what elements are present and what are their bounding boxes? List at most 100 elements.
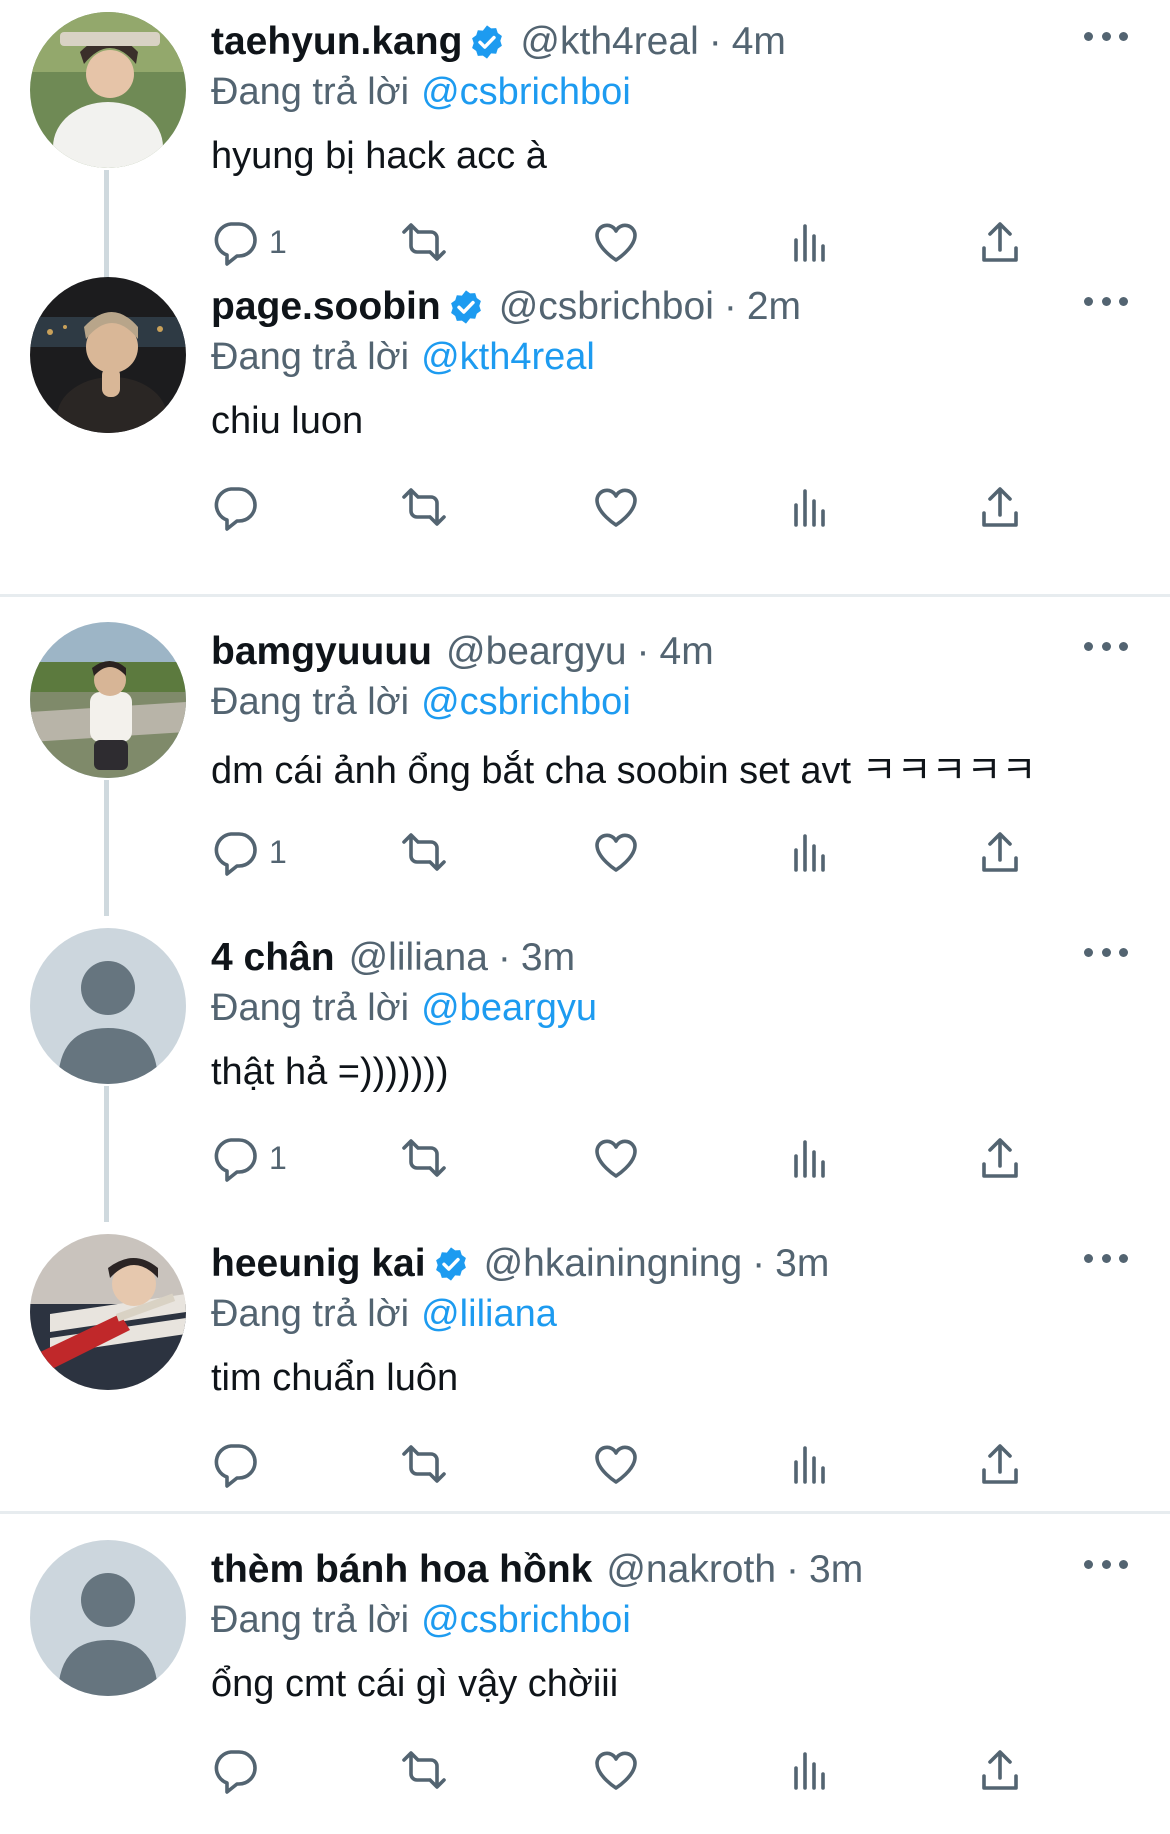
- tweet-header: bamgyuuuu @beargyu · 4m: [211, 624, 714, 680]
- tweet-header: taehyun.kang @kth4real · 4m: [211, 14, 786, 70]
- retweet-button[interactable]: [400, 477, 448, 537]
- more-options-icon[interactable]: [1084, 940, 1128, 964]
- tweet[interactable]: bamgyuuuu @beargyu · 4m Đang trả lời @cs…: [0, 610, 1170, 916]
- mention-link[interactable]: @csbrichboi: [421, 681, 631, 724]
- retweet-button[interactable]: [400, 1434, 448, 1494]
- share-button[interactable]: [976, 212, 1024, 272]
- separator-dot: ·: [497, 936, 511, 979]
- avatar[interactable]: [30, 277, 186, 433]
- reply-icon: [214, 1138, 257, 1182]
- replying-to-label: Đang trả lời: [211, 986, 410, 1029]
- share-button[interactable]: [976, 822, 1024, 882]
- display-name[interactable]: thèm bánh hoa hồnk: [211, 1548, 592, 1592]
- more-options-icon[interactable]: [1084, 634, 1128, 658]
- timestamp[interactable]: 3m: [521, 936, 575, 980]
- tweet-header: heeunig kai @hkainingning · 3m: [211, 1236, 829, 1292]
- timestamp[interactable]: 3m: [775, 1242, 829, 1286]
- views-button[interactable]: [786, 212, 834, 272]
- reply-button[interactable]: 1: [211, 212, 287, 272]
- retweet-button[interactable]: [400, 1128, 448, 1188]
- conversation-divider: [0, 1511, 1170, 1514]
- mention-link[interactable]: @beargyu: [421, 987, 597, 1030]
- tweet[interactable]: heeunig kai @hkainingning · 3m Đang trả …: [0, 1222, 1170, 1528]
- action-bar: 1: [0, 212, 1170, 272]
- retweet-button[interactable]: [400, 822, 448, 882]
- views-button[interactable]: [786, 477, 834, 537]
- reply-button[interactable]: [211, 477, 269, 537]
- display-name[interactable]: bamgyuuuu: [211, 630, 432, 674]
- mention-link[interactable]: @csbrichboi: [421, 71, 631, 114]
- default-avatar-icon: [30, 928, 186, 1084]
- separator-dot: ·: [636, 630, 650, 673]
- avatar[interactable]: [30, 1540, 186, 1696]
- retweet-button[interactable]: [400, 1740, 448, 1800]
- like-button[interactable]: [592, 1740, 640, 1800]
- reply-button[interactable]: 1: [211, 822, 287, 882]
- views-button[interactable]: [786, 822, 834, 882]
- views-chart-icon: [794, 1140, 825, 1178]
- reply-count: 1: [269, 223, 287, 260]
- views-chart-icon: [794, 489, 825, 527]
- user-handle[interactable]: @liliana: [349, 936, 488, 980]
- tweet-text: hyung bị hack acc à: [211, 134, 547, 177]
- user-handle[interactable]: @hkainingning: [484, 1242, 743, 1286]
- tweet[interactable]: taehyun.kang @kth4real · 4m Đang trả lời…: [0, 0, 1170, 306]
- display-name[interactable]: taehyun.kang: [211, 20, 462, 64]
- replying-to: Đang trả lời @csbrichboi: [211, 66, 631, 118]
- retweet-icon: [402, 223, 446, 261]
- reply-button[interactable]: 1: [211, 1128, 287, 1188]
- tweet[interactable]: 4 chân @liliana · 3m Đang trả lời @bearg…: [0, 916, 1170, 1222]
- share-button[interactable]: [976, 1740, 1024, 1800]
- mention-link[interactable]: @liliana: [421, 1293, 557, 1336]
- retweet-icon: [402, 1751, 446, 1789]
- display-name[interactable]: page.soobin: [211, 285, 441, 329]
- avatar[interactable]: [30, 928, 186, 1084]
- more-options-icon[interactable]: [1084, 24, 1128, 48]
- timestamp[interactable]: 4m: [660, 630, 714, 674]
- like-button[interactable]: [592, 822, 640, 882]
- more-options-icon[interactable]: [1084, 289, 1128, 313]
- like-button[interactable]: [592, 477, 640, 537]
- avatar[interactable]: [30, 622, 186, 778]
- reply-count: 1: [269, 1139, 287, 1176]
- avatar[interactable]: [30, 12, 186, 168]
- like-button[interactable]: [592, 1434, 640, 1494]
- replying-to-label: Đang trả lời: [211, 70, 410, 113]
- tweet-header: thèm bánh hoa hồnk @nakroth · 3m: [211, 1542, 863, 1598]
- more-options-icon[interactable]: [1084, 1246, 1128, 1270]
- views-button[interactable]: [786, 1128, 834, 1188]
- user-handle[interactable]: @beargyu: [446, 630, 627, 674]
- more-options-icon[interactable]: [1084, 1552, 1128, 1576]
- heart-icon: [595, 1751, 637, 1790]
- retweet-button[interactable]: [400, 212, 448, 272]
- display-name[interactable]: heeunig kai: [211, 1242, 426, 1286]
- reply-button[interactable]: [211, 1434, 269, 1494]
- avatar[interactable]: [30, 1234, 186, 1390]
- separator-dot: ·: [723, 285, 737, 328]
- mention-link[interactable]: @csbrichboi: [421, 1599, 631, 1642]
- reply-button[interactable]: [211, 1740, 269, 1800]
- mention-link[interactable]: @kth4real: [421, 336, 595, 379]
- like-button[interactable]: [592, 212, 640, 272]
- views-button[interactable]: [786, 1740, 834, 1800]
- user-handle[interactable]: @nakroth: [606, 1548, 776, 1592]
- replying-to: Đang trả lời @csbrichboi: [211, 1594, 631, 1646]
- user-handle[interactable]: @kth4real: [520, 20, 698, 64]
- timestamp[interactable]: 2m: [747, 285, 801, 329]
- separator-dot: ·: [786, 1548, 800, 1591]
- tweet[interactable]: thèm bánh hoa hồnk @nakroth · 3m Đang tr…: [0, 1528, 1170, 1834]
- views-button[interactable]: [786, 1434, 834, 1494]
- timestamp[interactable]: 4m: [732, 20, 786, 64]
- views-chart-icon: [794, 1446, 825, 1484]
- share-button[interactable]: [976, 477, 1024, 537]
- share-button[interactable]: [976, 1434, 1024, 1494]
- separator-dot: ·: [708, 20, 722, 63]
- like-button[interactable]: [592, 1128, 640, 1188]
- user-handle[interactable]: @csbrichboi: [499, 285, 714, 329]
- action-bar: 1: [0, 1128, 1170, 1188]
- timestamp[interactable]: 3m: [809, 1548, 863, 1592]
- share-button[interactable]: [976, 1128, 1024, 1188]
- display-name[interactable]: 4 chân: [211, 936, 335, 980]
- retweet-icon: [402, 1139, 446, 1177]
- tweet[interactable]: page.soobin @csbrichboi · 2m Đang trả lờ…: [0, 265, 1170, 571]
